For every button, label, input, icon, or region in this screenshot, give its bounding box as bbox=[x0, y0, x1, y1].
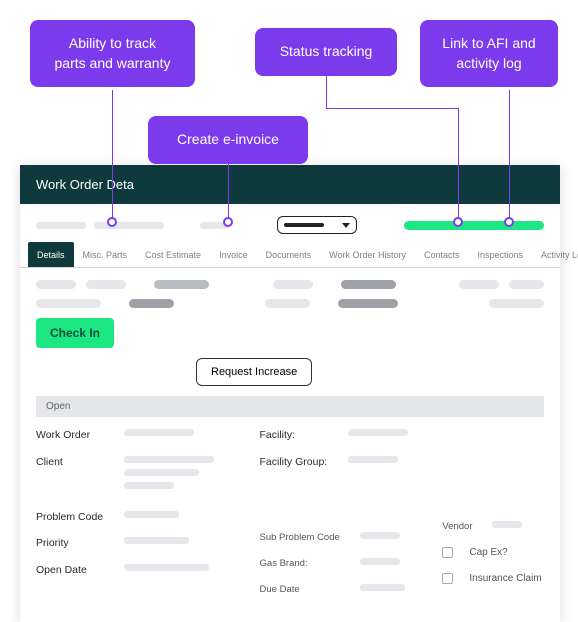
label-insurance: Insurance Claim bbox=[469, 573, 541, 584]
skel bbox=[489, 299, 544, 308]
label-gas-brand: Gas Brand: bbox=[260, 558, 350, 569]
callout-line bbox=[326, 108, 458, 109]
label-work-order: Work Order bbox=[36, 429, 114, 442]
callout-line bbox=[326, 72, 327, 108]
skel bbox=[360, 584, 405, 591]
label-sub-problem: Sub Problem Code bbox=[260, 532, 350, 543]
tab-invoice[interactable]: Invoice bbox=[210, 242, 257, 267]
skel bbox=[124, 429, 194, 436]
callout-line bbox=[228, 162, 229, 218]
skel bbox=[94, 222, 164, 229]
callout-einvoice: Create e-invoice bbox=[148, 116, 308, 164]
work-order-window: Work Order Deta Details Misc. Parts Cost… bbox=[20, 165, 560, 622]
skel bbox=[273, 280, 313, 289]
skel bbox=[124, 511, 179, 518]
callout-status: Status tracking bbox=[255, 28, 397, 76]
label-problem-code: Problem Code bbox=[36, 511, 114, 524]
skel bbox=[341, 280, 396, 289]
status-indicator bbox=[404, 221, 544, 230]
window-title: Work Order Deta bbox=[20, 165, 560, 204]
tab-misc-parts[interactable]: Misc. Parts bbox=[74, 242, 137, 267]
skel bbox=[86, 280, 126, 289]
insurance-claim-checkbox[interactable] bbox=[442, 573, 453, 584]
tab-contacts[interactable]: Contacts bbox=[415, 242, 469, 267]
request-increase-button[interactable]: Request Increase bbox=[196, 358, 312, 386]
callout-afi: Link to AFI and activity log bbox=[420, 20, 558, 87]
callout-line bbox=[112, 90, 113, 218]
label-cap-ex: Cap Ex? bbox=[469, 547, 507, 558]
skel bbox=[348, 429, 408, 436]
chevron-down-icon bbox=[342, 223, 350, 228]
label-vendor: Vendor bbox=[442, 521, 482, 532]
skel bbox=[124, 469, 199, 476]
callout-parts: Ability to track parts and warranty bbox=[30, 20, 195, 87]
skel bbox=[36, 222, 86, 229]
callout-dot bbox=[107, 217, 117, 227]
skel bbox=[265, 299, 310, 308]
skel bbox=[154, 280, 209, 289]
tab-documents[interactable]: Documents bbox=[257, 242, 321, 267]
toolbar bbox=[20, 204, 560, 242]
skel bbox=[492, 521, 522, 528]
tab-details[interactable]: Details bbox=[28, 242, 74, 267]
skel bbox=[509, 280, 544, 289]
tab-cost-estimate[interactable]: Cost Estimate bbox=[136, 242, 210, 267]
skel bbox=[459, 280, 499, 289]
label-facility: Facility: bbox=[260, 429, 338, 442]
label-client: Client bbox=[36, 456, 114, 469]
callout-dot bbox=[453, 217, 463, 227]
skel bbox=[360, 558, 400, 565]
callout-line bbox=[458, 108, 459, 218]
dropdown-value bbox=[284, 223, 324, 227]
status-dropdown[interactable] bbox=[277, 216, 357, 234]
skel bbox=[129, 299, 174, 308]
label-due-date: Due Date bbox=[260, 584, 350, 595]
tab-activity-log[interactable]: Activity Log bbox=[532, 242, 578, 267]
callout-dot bbox=[504, 217, 514, 227]
cap-ex-checkbox[interactable] bbox=[442, 547, 453, 558]
label-priority: Priority bbox=[36, 537, 114, 550]
check-in-button[interactable]: Check In bbox=[36, 318, 114, 348]
skel bbox=[36, 280, 76, 289]
skel bbox=[124, 564, 209, 571]
skel bbox=[348, 456, 398, 463]
tab-work-order-history[interactable]: Work Order History bbox=[320, 242, 415, 267]
details-panel: Check In Request Increase Open Work Orde… bbox=[20, 268, 560, 622]
skel bbox=[124, 482, 174, 489]
open-section-header: Open bbox=[36, 396, 544, 417]
skel bbox=[124, 537, 189, 544]
tab-inspections[interactable]: Inspections bbox=[469, 242, 533, 267]
label-open-date: Open Date bbox=[36, 564, 114, 577]
skel bbox=[124, 456, 214, 463]
skel bbox=[360, 532, 400, 539]
skel bbox=[36, 299, 101, 308]
tab-bar: Details Misc. Parts Cost Estimate Invoic… bbox=[20, 242, 560, 268]
label-facility-group: Facility Group: bbox=[260, 456, 338, 469]
skel bbox=[338, 299, 398, 308]
callout-dot bbox=[223, 217, 233, 227]
callout-line bbox=[509, 90, 510, 218]
